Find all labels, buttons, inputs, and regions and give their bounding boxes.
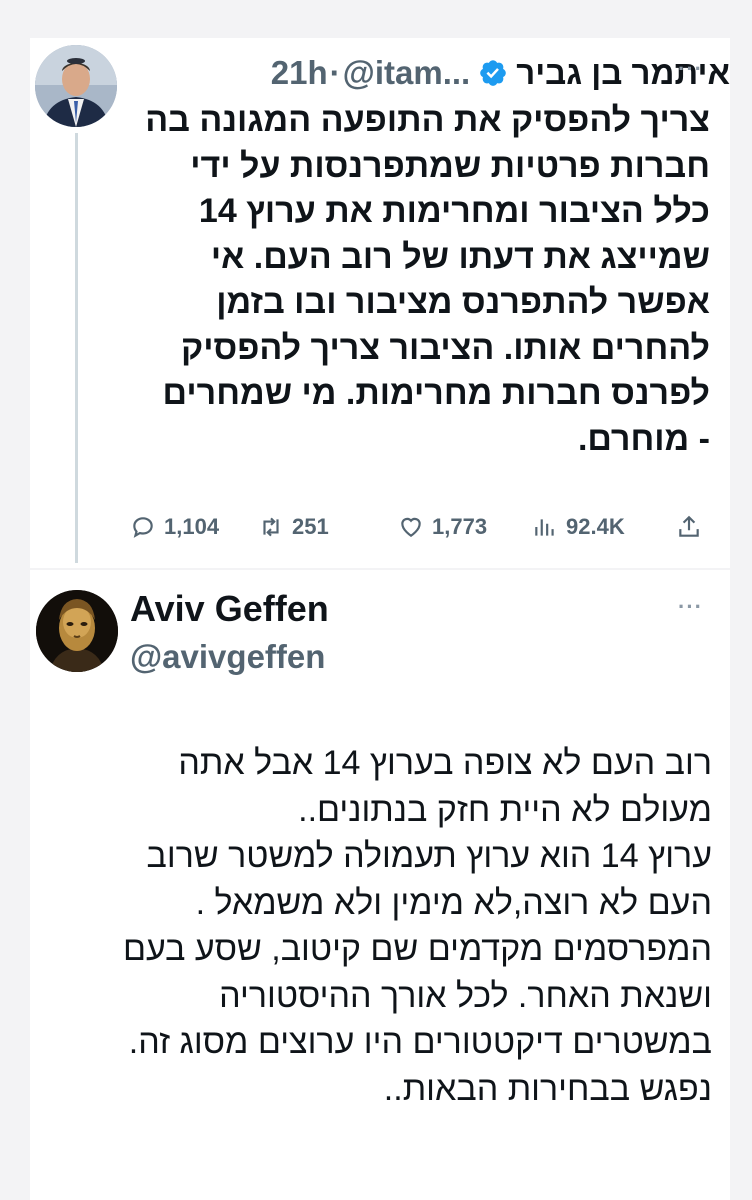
tweet-text: צריך להפסיק את התופעה המגונה בה חברות פר… — [130, 98, 710, 462]
tweet-header: איתמר בן גביר @itam... · 21h — [130, 48, 730, 98]
tweet-text-line: רוב העם לא צופה בערוץ 14 אבל אתה — [178, 744, 712, 782]
tweet-text-line: נפגש בבחירות הבאות.. — [383, 1069, 712, 1108]
tweet-text-line: חברות פרטיות שמתפרנסות על ידי — [190, 146, 710, 185]
author-handle[interactable]: @itam... — [343, 54, 471, 92]
tweet-text-line: ערוץ 14 הוא ערוץ תעמולה למשטר שרוב — [146, 837, 712, 875]
views-icon — [535, 519, 554, 536]
tweet-text-line: מעולם לא היית חזק בנתונים.. — [298, 790, 712, 829]
timestamp[interactable]: 21h — [271, 54, 328, 92]
tweet-text-line: ושנאת האחר. לכל אורך ההיסטוריה — [219, 976, 712, 1015]
avatar-portrait-icon — [36, 590, 118, 672]
tweet-card-itamar[interactable]: איתמר בן גביר @itam... · 21h ··· צריך לה… — [30, 38, 730, 568]
tweet-text-line: כלל הציבור ומחרימות את ערוץ 14 — [198, 192, 710, 230]
author-handle[interactable]: @avivgeffen — [130, 638, 325, 676]
tweet-actions: 1,104 251 1,773 92.4K — [130, 508, 710, 548]
more-options-icon[interactable]: ··· — [678, 56, 703, 82]
tweet-text-line: במשטרים דיקטטורים היו ערוצים מסוג זה. — [128, 1023, 712, 1061]
tweet-text-line: - מוחרם. — [577, 419, 710, 458]
tweet-text-line: לפרנס חברות מחרימות. מי שמחרים — [162, 374, 710, 412]
retweet-button[interactable]: 251 — [258, 514, 329, 540]
tweet-text-line: שמייצג את דעתו של רוב העם. אי — [210, 237, 710, 276]
like-button[interactable]: 1,773 — [398, 514, 487, 540]
avatar[interactable] — [35, 45, 117, 127]
share-button[interactable] — [676, 514, 702, 540]
views-button[interactable]: 92.4K — [532, 514, 625, 540]
thread-connector-line — [75, 133, 78, 563]
author-name[interactable]: Aviv Geffen — [130, 588, 329, 630]
reply-count: 1,104 — [164, 514, 220, 539]
tweet-text-line: להחרים אותו. הציבור צריך להפסיק — [180, 328, 710, 367]
separator-dot: · — [329, 54, 341, 91]
more-options-icon[interactable]: ··· — [678, 594, 703, 620]
retweet-icon — [263, 517, 279, 537]
like-icon — [401, 517, 421, 537]
reply-button[interactable]: 1,104 — [130, 514, 219, 540]
tweet-text-line: צריך להפסיק את התופעה המגונה בה — [145, 101, 710, 139]
verified-icon — [480, 60, 507, 86]
avatar[interactable] — [36, 590, 118, 672]
tweet-text-line: העם לא רוצה,לא מימין ולא משמאל . — [195, 883, 712, 922]
avatar-portrait-icon — [35, 45, 117, 127]
tweet-text: רוב העם לא צופה בערוץ 14 אבל אתה מעולם ל… — [40, 740, 712, 1112]
tweet-text-line: אפשר להתפרנס מציבור ובו בזמן — [216, 283, 710, 321]
views-count: 92.4K — [566, 514, 625, 539]
retweet-count: 251 — [292, 514, 329, 539]
like-count: 1,773 — [432, 514, 488, 539]
reply-icon — [133, 517, 153, 538]
tweet-card-aviv[interactable]: Aviv Geffen @avivgeffen ··· רוב העם לא צ… — [30, 570, 730, 1200]
tweet-text-line: המפרסמים מקדמים שם קיטוב, שסע בעם — [122, 930, 712, 968]
share-icon — [679, 515, 699, 537]
